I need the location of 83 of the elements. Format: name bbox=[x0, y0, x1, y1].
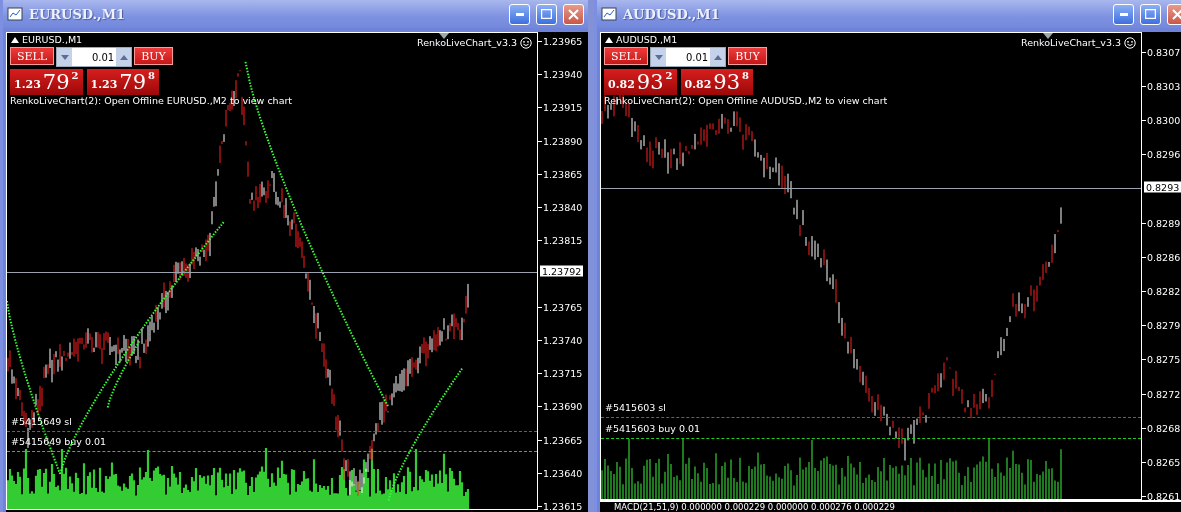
price-prefix: 1.23 bbox=[14, 78, 41, 91]
trade-line-label: #5415603 sl bbox=[605, 401, 666, 413]
chart-symbol-label: EURUSD.,M1 bbox=[22, 34, 83, 45]
price-axis-label: 0.8275 bbox=[1147, 353, 1181, 365]
current-price-label: 1.23792 bbox=[540, 265, 584, 277]
price-axis-label: 0.8300 bbox=[1147, 114, 1181, 126]
status-message: RenkoLiveChart(2): Open Offline EURUSD.,M2 to view chart bbox=[10, 95, 293, 106]
price-axis-label: 1.23840 bbox=[543, 201, 583, 213]
trade-line-label: #5415649 sl bbox=[11, 416, 72, 428]
price-axis-label: 1.23940 bbox=[543, 68, 583, 80]
chart-window-icon bbox=[601, 7, 617, 21]
indicator-name: RenkoLiveChart_v3.3 bbox=[417, 37, 517, 48]
price-pips: 79 bbox=[42, 69, 70, 95]
price-fraction: 2 bbox=[71, 70, 79, 81]
price-axis-label: 0.8286 bbox=[1147, 251, 1181, 263]
maximize-button[interactable] bbox=[1140, 3, 1161, 25]
price-axis-label: 0.8303 bbox=[1147, 80, 1181, 92]
price-fraction: 8 bbox=[742, 70, 749, 81]
smiley-icon bbox=[1124, 37, 1136, 49]
indicator-values: MACD(21,51,9) 0.000000 0.000229 0.000000 0.000276 0.000229 bbox=[613, 502, 895, 512]
buy-button[interactable]: BUY bbox=[134, 47, 173, 65]
price-axis-label: 1.23815 bbox=[543, 234, 583, 246]
price-axis-label: 1.23665 bbox=[543, 434, 583, 446]
price-axis-label: 1.23965 bbox=[543, 35, 583, 47]
price-axis-label: 1.23640 bbox=[543, 467, 583, 479]
close-icon bbox=[1172, 8, 1181, 20]
marker-triangle-icon bbox=[1043, 33, 1053, 39]
price-axis-label: 0.8272 bbox=[1147, 388, 1181, 400]
price-axis-label: 1.23740 bbox=[543, 334, 583, 346]
minimize-icon bbox=[515, 12, 524, 16]
price-axis-label: 1.23615 bbox=[543, 500, 583, 512]
price-axis-label: 0.8261 bbox=[1147, 490, 1181, 502]
chart-symbol-label: AUDUSD.,M1 bbox=[616, 34, 678, 45]
sell-button[interactable]: SELL bbox=[604, 47, 649, 65]
price-axis-label: 1.23865 bbox=[543, 168, 583, 180]
increase-icon[interactable] bbox=[710, 48, 726, 66]
smiley-icon bbox=[520, 37, 532, 49]
indicator-name: RenkoLiveChart_v3.3 bbox=[1021, 37, 1121, 48]
price-axis-label: 1.23915 bbox=[543, 101, 583, 113]
marker-triangle-icon bbox=[439, 33, 449, 39]
lot-size-field[interactable]: 0.01 bbox=[650, 47, 727, 67]
decrease-icon[interactable] bbox=[651, 48, 667, 66]
maximize-button[interactable] bbox=[536, 3, 557, 25]
maximize-icon bbox=[541, 9, 552, 19]
minimize-button[interactable] bbox=[509, 3, 530, 25]
price-prefix: 0.82 bbox=[684, 78, 712, 91]
increase-icon[interactable] bbox=[116, 48, 132, 66]
close-button[interactable] bbox=[563, 3, 584, 25]
price-prefix: 0.82 bbox=[608, 78, 635, 91]
price-axis-label: 0.8296 bbox=[1147, 148, 1181, 160]
chart-window-icon bbox=[7, 7, 23, 21]
price-pips: 93 bbox=[713, 69, 741, 95]
buy-button[interactable]: BUY bbox=[728, 47, 767, 65]
collapse-triangle-icon bbox=[605, 37, 613, 43]
lot-size-field[interactable]: 0.01 bbox=[56, 47, 133, 67]
price-axis-label: 0.8265 bbox=[1147, 456, 1181, 468]
current-price-label: 0.8293 bbox=[1144, 181, 1181, 193]
minimize-button[interactable] bbox=[1113, 3, 1134, 25]
price-axis-label: 0.8268 bbox=[1147, 422, 1181, 434]
window-title: AUDUSD.,M1 bbox=[623, 6, 721, 22]
price-axis-label: 1.23890 bbox=[543, 135, 583, 147]
status-message: RenkoLiveChart(2): Open Offline AUDUSD.,M2 to view chart bbox=[604, 95, 888, 106]
price-axis-label: 1.23690 bbox=[543, 400, 583, 412]
decrease-icon[interactable] bbox=[57, 48, 73, 66]
trade-line-label: #5415603 buy 0.01 bbox=[605, 423, 701, 435]
collapse-triangle-icon bbox=[11, 37, 19, 43]
price-pips: 79 bbox=[119, 69, 147, 95]
price-axis-label: 1.23765 bbox=[543, 301, 583, 313]
minimize-icon bbox=[1119, 12, 1128, 16]
sell-button[interactable]: SELL bbox=[10, 47, 55, 65]
price-axis-label: 0.8282 bbox=[1147, 285, 1181, 297]
price-axis-label: 0.8307 bbox=[1147, 46, 1181, 58]
price-axis-label: 1.23715 bbox=[543, 367, 583, 379]
maximize-icon bbox=[1145, 9, 1156, 19]
trade-line-label: #5415649 buy 0.01 bbox=[11, 436, 107, 448]
close-icon bbox=[568, 8, 579, 20]
price-fraction: 2 bbox=[665, 70, 673, 81]
price-pips: 93 bbox=[636, 69, 664, 95]
price-fraction: 8 bbox=[148, 70, 155, 81]
window-title: EURUSD.,M1 bbox=[29, 6, 127, 22]
price-axis-label: 0.8289 bbox=[1147, 217, 1181, 229]
price-prefix: 1.23 bbox=[90, 78, 118, 91]
price-axis-label: 0.8279 bbox=[1147, 319, 1181, 331]
